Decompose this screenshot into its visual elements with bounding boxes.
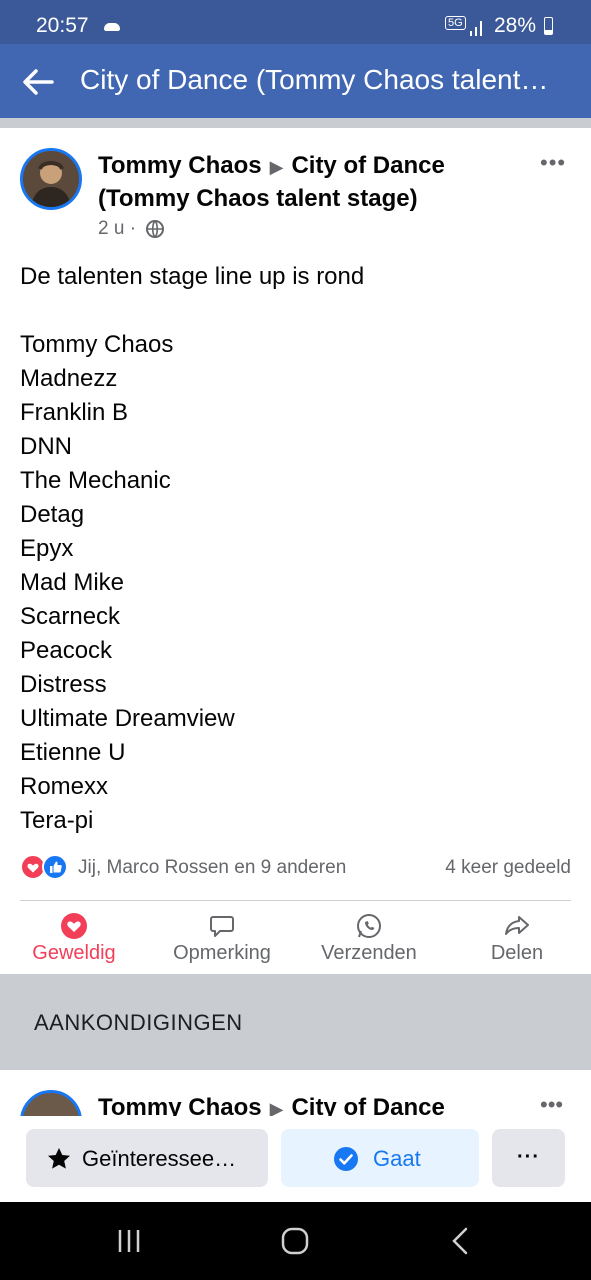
author-name[interactable]: Tommy Chaos — [98, 1094, 262, 1116]
post-author-line: Tommy Chaos ▶ City of Dance — [98, 1094, 445, 1116]
list-item: Madnezz — [20, 365, 118, 392]
more-button[interactable]: ··· — [492, 1129, 565, 1187]
list-item: DNN — [20, 433, 72, 460]
post-text: De talenten stage line up is rond Tommy … — [20, 260, 570, 838]
send-label: Verzenden — [321, 942, 417, 964]
list-item: The Mechanic — [20, 467, 171, 494]
more-label: ··· — [517, 1146, 540, 1168]
heart-icon — [61, 913, 87, 939]
battery-icon — [544, 17, 553, 35]
interested-label: Geïnteressee… — [82, 1146, 237, 1171]
more-options-icon[interactable]: ••• — [540, 1092, 563, 1116]
love-button[interactable]: Geweldig — [0, 908, 148, 974]
comment-button[interactable]: Opmerking — [148, 908, 296, 974]
going-label: Gaat — [373, 1146, 421, 1171]
app-bar: City of Dance (Tommy Chaos talent… — [0, 44, 591, 118]
list-item: Tera-pi — [20, 807, 94, 834]
section-label: AANKONDIGINGEN — [34, 1010, 243, 1035]
love-label: Geweldig — [32, 942, 116, 964]
post-author-line: Tommy Chaos ▶ City of Dance (Tommy Chaos t… — [98, 150, 518, 215]
back-icon[interactable] — [446, 1226, 476, 1256]
list-item: Romexx — [20, 773, 109, 800]
share-label: Delen — [490, 942, 544, 964]
share-count[interactable]: 4 keer gedeeld — [445, 857, 571, 879]
post-headline: De talenten stage line up is rond — [20, 263, 365, 290]
list-item: Etienne U — [20, 739, 126, 766]
list-item: Scarneck — [20, 603, 121, 630]
triangle-right-icon: ▶ — [269, 1099, 284, 1116]
home-icon[interactable] — [280, 1226, 310, 1256]
event-action-bar: Geïnteressee… Gaat ··· — [0, 1116, 591, 1202]
recent-apps-icon[interactable] — [114, 1226, 144, 1256]
list-item: Epyx — [20, 535, 74, 562]
star-icon — [48, 1148, 70, 1169]
reactions-row[interactable]: Jij, Marco Rossen en 9 anderen 4 keer ge… — [20, 852, 571, 884]
group-name[interactable]: City of Dance — [291, 1094, 444, 1116]
globe-icon — [146, 219, 165, 238]
back-arrow-icon[interactable] — [20, 64, 56, 100]
interested-button[interactable]: Geïnteressee… — [26, 1129, 268, 1187]
avatar[interactable] — [20, 1090, 82, 1116]
post-card: Tommy Chaos ▶ City of Dance (Tommy Chaos t… — [0, 128, 591, 974]
reactions-summary[interactable]: Jij, Marco Rossen en 9 anderen — [78, 857, 346, 879]
post-time[interactable]: 2 u · — [98, 218, 136, 239]
status-bar: 20:57 5G 28% — [0, 0, 591, 44]
avatar[interactable] — [20, 148, 82, 210]
list-item: Mad Mike — [20, 569, 125, 596]
list-item: Ultimate Dreamview — [20, 705, 235, 732]
divider — [20, 900, 571, 901]
share-button[interactable]: Delen — [443, 908, 591, 974]
check-circle-icon — [334, 1147, 358, 1171]
list-item: Detag — [20, 501, 85, 528]
post-card: Tommy Chaos ▶ City of Dance ••• — [0, 1070, 591, 1116]
system-nav-bar — [0, 1202, 591, 1280]
send-button[interactable]: Verzenden — [295, 908, 443, 974]
list-item: Distress — [20, 671, 107, 698]
like-reaction-icon — [42, 854, 68, 880]
signal-icon — [470, 21, 482, 36]
going-button[interactable]: Gaat — [281, 1129, 479, 1187]
comment-label: Opmerking — [173, 942, 271, 964]
list-item: Peacock — [20, 637, 113, 664]
list-item: Tommy Chaos — [20, 331, 174, 358]
comment-icon — [210, 916, 234, 937]
status-time: 20:57 — [36, 14, 89, 37]
battery-percent: 28% — [494, 14, 537, 37]
section-header: AANKONDIGINGEN — [0, 974, 591, 1070]
more-options-icon[interactable]: ••• — [540, 150, 566, 176]
cloud-icon — [104, 23, 120, 31]
share-arrow-icon — [505, 916, 529, 935]
page-title: City of Dance (Tommy Chaos talent… — [80, 64, 549, 95]
list-item: Franklin B — [20, 399, 129, 426]
divider — [0, 118, 591, 128]
author-name[interactable]: Tommy Chaos — [98, 152, 262, 179]
triangle-right-icon: ▶ — [269, 157, 284, 177]
post-meta: 2 u · — [98, 218, 165, 240]
post-actions: Geweldig Opmerking Verzenden Delen — [0, 908, 591, 974]
whatsapp-icon — [357, 914, 381, 938]
network-badge: 5G — [445, 16, 466, 30]
lineup-list: Tommy Chaos Madnezz Franklin B DNN The M… — [20, 328, 570, 838]
